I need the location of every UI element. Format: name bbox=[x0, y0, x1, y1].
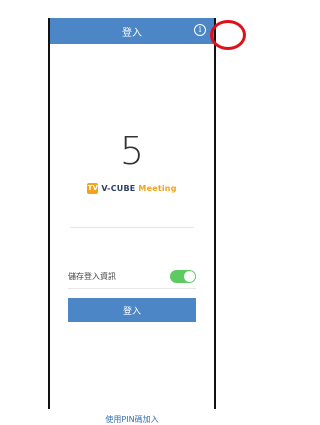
screenshot-frame: 登入 i 5 TV V-CUBE Meeting 儲存登入資訊 登入 使用PIN… bbox=[0, 0, 249, 424]
page-title: 登入 bbox=[122, 27, 142, 39]
logo-product-text: Meeting bbox=[138, 184, 177, 193]
code-digit: 5 bbox=[119, 129, 145, 173]
input-divider bbox=[70, 227, 194, 228]
remember-login-row: 儲存登入資訊 bbox=[68, 264, 196, 289]
toggle-knob bbox=[184, 270, 195, 282]
login-button[interactable]: 登入 bbox=[68, 298, 196, 322]
info-icon[interactable]: i bbox=[194, 24, 206, 36]
app-screen: 登入 i 5 TV V-CUBE Meeting 儲存登入資訊 登入 使用PIN… bbox=[48, 18, 216, 424]
app-header: 登入 i bbox=[50, 18, 214, 44]
brand-logo: TV V-CUBE Meeting bbox=[50, 183, 214, 194]
remember-login-label: 儲存登入資訊 bbox=[68, 271, 116, 281]
annotation-circle bbox=[210, 20, 246, 50]
join-with-pin-link[interactable]: 使用PIN碼加入 bbox=[50, 414, 214, 425]
logo-mark-icon: TV bbox=[87, 183, 99, 194]
logo-brand-text: V-CUBE bbox=[101, 184, 136, 193]
remember-login-toggle[interactable] bbox=[170, 269, 196, 283]
